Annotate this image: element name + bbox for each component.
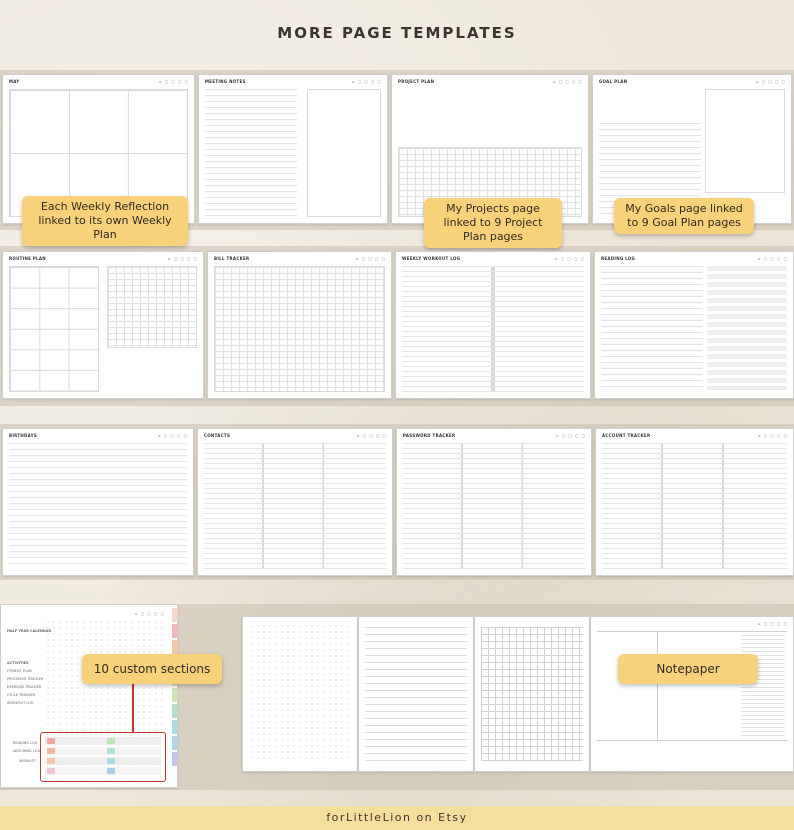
account-tracker-page[interactable]: ACCOUNT TRACKER ⌂ ◻ ◻ ◻ ◻ — [595, 428, 794, 576]
account-grid — [602, 443, 787, 569]
nav-icons: ⌂ ◻ ◻ ◻ ◻ — [158, 433, 188, 438]
section-tab[interactable] — [172, 752, 178, 766]
nav-icons: ⌂ ◻ ◻ ◻ ◻ — [356, 256, 386, 261]
habit-grid — [107, 266, 197, 348]
square-grid — [481, 627, 583, 761]
nav-icons: ⌂ ◻ ◻ ◻ ◻ — [756, 79, 786, 84]
section-item[interactable]: FITNESS PLAN — [7, 669, 32, 673]
milestones-box — [705, 89, 785, 193]
nav-icons: ⌂ ◻ ◻ ◻ ◻ — [135, 611, 165, 616]
color-swatch — [47, 738, 55, 744]
notepaper-lined[interactable] — [358, 616, 474, 772]
page-heading: WEEKLY WORKOUT LOG — [402, 256, 461, 261]
section-tab[interactable] — [172, 720, 178, 734]
page-heading: PROJECT PLAN — [398, 79, 435, 84]
page-title: MORE PAGE TEMPLATES — [277, 24, 517, 42]
connector-line — [132, 684, 134, 732]
callout-goals: My Goals page linked to 9 Goal Plan page… — [614, 198, 754, 234]
notes-box — [307, 89, 381, 217]
nav-icons: ⌂ ◻ ◻ ◻ ◻ — [758, 433, 788, 438]
contacts-grid — [204, 443, 386, 569]
lined-grid — [365, 627, 467, 761]
section-item[interactable]: CYCLE TRACKER — [7, 693, 35, 697]
callout-projects: My Projects page linked to 9 Project Pla… — [424, 198, 562, 248]
page-heading: BIRTHDAYS — [9, 433, 38, 438]
page-heading: BILL TRACKER — [214, 256, 250, 261]
section-item[interactable]: READING LOG — [13, 741, 38, 745]
color-swatch — [107, 768, 115, 774]
summary-rule — [597, 740, 787, 741]
page-heading: MAY — [9, 79, 20, 84]
callout-weekly: Each Weekly Reflection linked to its own… — [22, 196, 188, 246]
color-swatch — [47, 768, 55, 774]
page-heading: GOAL PLAN — [599, 79, 628, 84]
page-heading: MEETING NOTES — [205, 79, 246, 84]
page-heading: ACCOUNT TRACKER — [602, 433, 651, 438]
section-tab[interactable] — [172, 704, 178, 718]
color-swatch — [107, 748, 115, 754]
routine-grid — [9, 266, 99, 392]
highlight-row — [45, 737, 161, 745]
highlight-row — [45, 747, 161, 755]
notepaper-dot[interactable] — [242, 616, 358, 772]
section-item[interactable]: WATCHING LOG — [13, 749, 40, 753]
section-item[interactable]: PROGRESS TRACKER — [7, 677, 43, 681]
highlight-row — [45, 767, 161, 775]
meeting-notes-page[interactable]: MEETING NOTES ⌂ ◻ ◻ ◻ ◻ — [198, 74, 388, 224]
section-item[interactable]: EXERCISE TRACKER — [7, 685, 41, 689]
page-heading: PASSWORD TRACKER — [403, 433, 456, 438]
section-item[interactable]: ACTIVITIES — [7, 661, 29, 665]
birthdays-page[interactable]: BIRTHDAYS ⌂ ◻ ◻ ◻ ◻ — [2, 428, 194, 576]
section-tab[interactable] — [172, 608, 178, 622]
nav-icons: ⌂ ◻ ◻ ◻ ◻ — [352, 79, 382, 84]
section-tab[interactable] — [172, 624, 178, 638]
section-item[interactable]: WORKOUT LOG — [7, 701, 34, 705]
notepaper-grid[interactable] — [474, 616, 590, 772]
section-tab[interactable] — [172, 688, 178, 702]
nav-icons: ⌂ ◻ ◻ ◻ ◻ — [159, 79, 189, 84]
cue-column-rule — [657, 631, 658, 741]
footer-shop-name: forLittleLion on Etsy — [0, 806, 794, 830]
contacts-page[interactable]: CONTACTS ⌂ ◻ ◻ ◻ ◻ — [197, 428, 393, 576]
birthday-grid — [9, 443, 187, 569]
page-heading: CONTACTS — [204, 433, 231, 438]
section-item[interactable]: WISHLIST — [19, 759, 36, 763]
notes-lines — [741, 635, 785, 737]
color-swatch — [47, 748, 55, 754]
routine-plan-page[interactable]: ROUTINE PLAN ⌂ ◻ ◻ ◻ ◻ — [2, 251, 204, 399]
nav-icons: ⌂ ◻ ◻ ◻ ◻ — [168, 256, 198, 261]
callout-notepaper: Notepaper — [618, 654, 758, 684]
reading-lines — [601, 266, 703, 392]
page-heading: READING LOG — [601, 256, 636, 261]
nav-icons: ⌂ ◻ ◻ ◻ ◻ — [758, 256, 788, 261]
color-swatch — [47, 758, 55, 764]
bill-table — [214, 266, 385, 392]
nav-icons: ⌂ ◻ ◻ ◻ ◻ — [555, 256, 585, 261]
notepaper-cornell[interactable]: ⌂ ◻ ◻ ◻ ◻ — [590, 616, 794, 772]
password-tracker-page[interactable]: PASSWORD TRACKER ⌂ ◻ ◻ ◻ ◻ — [396, 428, 592, 576]
highlight-box — [40, 732, 166, 782]
nav-icons: ⌂ ◻ ◻ ◻ ◻ — [357, 433, 387, 438]
bill-tracker-page[interactable]: BILL TRACKER ⌂ ◻ ◻ ◻ ◻ — [207, 251, 392, 399]
page-heading: ROUTINE PLAN — [9, 256, 46, 261]
notes-lines — [205, 89, 297, 217]
reading-log-page[interactable]: READING LOG ⌂ ◻ ◻ ◻ ◻ — [594, 251, 794, 399]
color-swatch — [107, 758, 115, 764]
highlight-row — [45, 757, 161, 765]
password-grid — [403, 443, 585, 569]
section-tab[interactable] — [172, 736, 178, 750]
weekly-workout-log-page[interactable]: WEEKLY WORKOUT LOG ⌂ ◻ ◻ ◻ ◻ — [395, 251, 591, 399]
callout-sections: 10 custom sections — [82, 654, 222, 684]
workout-grid — [402, 266, 584, 392]
header-rule — [597, 631, 787, 632]
section-tab[interactable] — [172, 640, 178, 654]
nav-icons: ⌂ ◻ ◻ ◻ ◻ — [556, 433, 586, 438]
color-swatch — [107, 738, 115, 744]
nav-icons: ⌂ ◻ ◻ ◻ ◻ — [553, 79, 583, 84]
book-table — [707, 266, 787, 390]
dot-grid — [249, 623, 351, 761]
nav-icons: ⌂ ◻ ◻ ◻ ◻ — [758, 621, 788, 626]
